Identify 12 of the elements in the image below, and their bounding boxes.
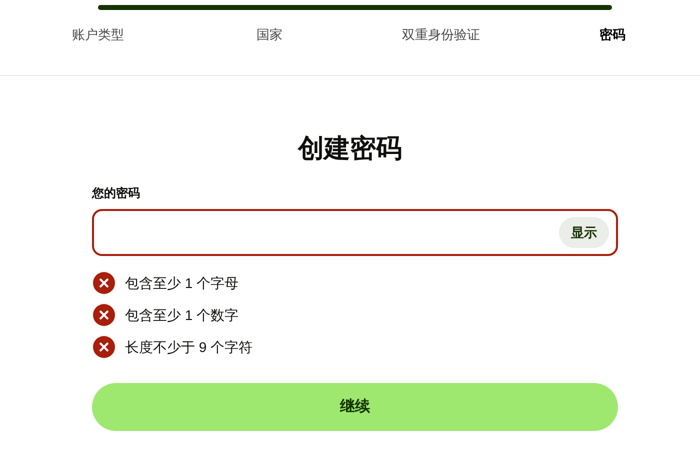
requirement-text: 包含至少 1 个数字 [125,306,239,324]
step-label: 双重身份验证 [402,26,480,44]
requirement-text: 包含至少 1 个字母 [125,274,239,292]
show-button[interactable]: 显示 [559,217,609,248]
field-label: 您的密码 [92,185,141,201]
step-label: 账户类型 [72,26,124,44]
step-label: 国家 [256,26,282,44]
password-field[interactable]: 显示 [92,209,618,256]
page-title: 创建密码 [298,132,402,165]
step-label: 密码 [599,26,626,44]
requirement-text: 长度不少于 9 个字符 [125,338,253,356]
continue-button[interactable]: 继续 [92,383,618,431]
